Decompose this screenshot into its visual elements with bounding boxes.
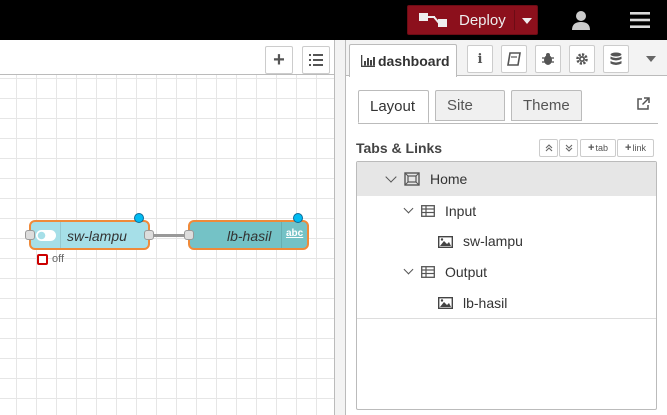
hamburger-menu-icon[interactable]	[630, 12, 650, 28]
sidebar-tab-bar: dashboard i	[346, 40, 667, 77]
tab-frame-icon	[404, 172, 420, 186]
text-node[interactable]: lb-hasil abc	[188, 220, 309, 250]
info-tab-button[interactable]: i	[467, 45, 493, 73]
switch-node-input-port[interactable]	[25, 230, 35, 240]
add-link-label: link	[632, 143, 646, 153]
deploy-label: Deploy	[459, 11, 506, 29]
switch-node-label: sw-lampu	[67, 228, 127, 244]
list-icon	[309, 54, 323, 66]
add-tab-button[interactable]: + tab	[580, 139, 616, 157]
tree-item-label: Output	[445, 264, 488, 280]
plus-icon: +	[588, 142, 595, 154]
tree-item-label: Input	[445, 203, 477, 219]
tree-item-group-output[interactable]: Output	[357, 257, 656, 287]
workspace-toolbar: +	[0, 40, 334, 75]
section-title: Tabs & Links	[356, 140, 443, 156]
chevron-down-icon[interactable]	[403, 264, 414, 275]
image-icon	[438, 297, 453, 309]
deploy-button[interactable]: Deploy	[407, 5, 538, 35]
context-tab-button[interactable]	[603, 45, 629, 73]
tree-item-widget-lb-hasil[interactable]: lb-hasil	[357, 287, 656, 319]
tree-item-label: lb-hasil	[463, 294, 508, 311]
chevrons-down-icon	[565, 144, 572, 152]
connection-wire[interactable]	[153, 234, 187, 237]
text-node-input-port[interactable]	[184, 230, 194, 240]
switch-node-status: off	[52, 253, 65, 265]
config-tab-button[interactable]	[569, 45, 595, 73]
header-bar: Deploy	[0, 0, 667, 40]
tab-layout[interactable]: Layout	[358, 90, 429, 123]
toggle-switch-icon	[36, 230, 56, 241]
image-icon	[438, 236, 453, 248]
add-tab-label: tab	[595, 143, 608, 153]
bug-icon	[542, 53, 554, 65]
help-tab-button[interactable]	[501, 45, 527, 73]
text-node-label: lb-hasil	[227, 228, 272, 244]
text-node-badge: abc	[286, 228, 304, 239]
tree-item-label: sw-lampu	[463, 233, 523, 249]
tree-item-widget-sw-lampu[interactable]: sw-lampu	[357, 226, 656, 256]
external-link-icon[interactable]	[636, 97, 650, 111]
add-link-button[interactable]: + link	[617, 139, 654, 157]
sidebar: dashboard i Layout Site Theme Tabs & Lin…	[346, 40, 667, 415]
gear-icon	[576, 53, 588, 65]
tab-theme[interactable]: Theme	[511, 90, 582, 121]
chevrons-up-icon	[545, 144, 552, 152]
chevron-down-icon[interactable]	[403, 203, 414, 214]
flow-list-button[interactable]	[302, 46, 330, 74]
table-icon	[421, 205, 435, 217]
add-flow-button[interactable]: +	[265, 46, 293, 74]
chevron-down-icon[interactable]	[385, 171, 397, 183]
tree-item-label: Home	[430, 171, 468, 187]
tab-dashboard[interactable]: dashboard	[349, 44, 457, 77]
tab-dashboard-label: dashboard	[378, 53, 450, 69]
switch-node-icon-area	[31, 222, 61, 248]
deploy-divider	[514, 10, 515, 30]
user-icon[interactable]	[570, 9, 592, 31]
text-node-icon-area: abc	[281, 222, 307, 248]
book-icon	[507, 52, 521, 66]
tree-item-home[interactable]: Home	[357, 162, 656, 196]
sidebar-more-caret-icon[interactable]	[646, 56, 656, 62]
bar-chart-icon	[361, 55, 375, 67]
layout-tree: Home Input sw-lampu Output lb-hasil	[356, 161, 657, 410]
plus-icon: +	[625, 142, 632, 154]
deploy-menu-caret-icon[interactable]	[522, 18, 532, 24]
deploy-icon	[418, 12, 448, 28]
switch-node-changed-indicator	[134, 213, 144, 223]
table-icon	[421, 266, 435, 278]
switch-node[interactable]: sw-lampu	[29, 220, 150, 250]
text-node-changed-indicator	[293, 213, 303, 223]
tab-site[interactable]: Site	[435, 90, 505, 121]
info-icon: i	[477, 51, 483, 67]
database-icon	[610, 52, 622, 65]
collapse-all-button[interactable]	[539, 139, 558, 157]
expand-all-button[interactable]	[559, 139, 578, 157]
dashboard-tabs: Layout Site Theme	[358, 90, 658, 124]
status-ring-icon	[37, 254, 48, 265]
debug-tab-button[interactable]	[535, 45, 561, 73]
sidebar-resize-handle[interactable]	[334, 40, 346, 415]
tree-item-group-input[interactable]: Input	[357, 196, 656, 226]
